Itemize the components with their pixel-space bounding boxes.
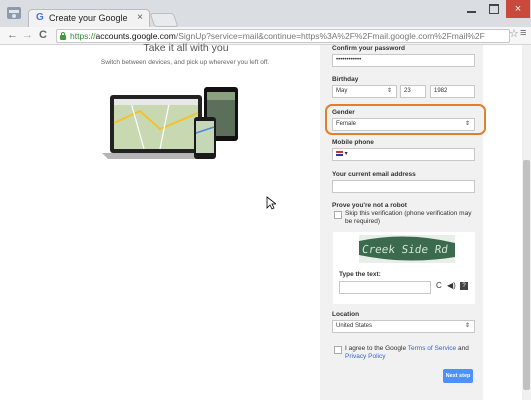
- tab-title: Create your Google: [49, 13, 128, 23]
- new-tab-button[interactable]: [149, 13, 179, 27]
- browser-tab[interactable]: G Create your Google ×: [28, 9, 150, 28]
- robot-label: Prove you're not a robot: [332, 202, 407, 209]
- window-maximize-button[interactable]: [484, 0, 504, 18]
- current-email-label: Your current email address: [332, 171, 416, 178]
- window-close-button[interactable]: ×: [506, 0, 530, 18]
- browser-profile-icon[interactable]: [6, 5, 22, 21]
- terms-of-service-link[interactable]: Terms of Service: [408, 345, 456, 352]
- skip-verification-text: Skip this verification (phone verificati…: [345, 210, 472, 225]
- help-icon[interactable]: ?: [460, 282, 468, 290]
- location-value: United States: [336, 323, 373, 329]
- refresh-captcha-icon[interactable]: C: [436, 282, 442, 290]
- browser-titlebar: G Create your Google × ×: [0, 0, 531, 28]
- privacy-policy-link[interactable]: Privacy Policy: [345, 353, 385, 360]
- birth-year-input[interactable]: 1982: [430, 85, 475, 98]
- agree-terms-checkbox[interactable]: [334, 346, 342, 354]
- confirm-password-label: Confirm your password: [332, 45, 405, 52]
- birth-month-select[interactable]: May ⇕: [332, 85, 397, 98]
- forward-icon[interactable]: →: [22, 28, 33, 42]
- address-bar[interactable]: https://accounts.google.com/SignUp?servi…: [56, 29, 510, 43]
- captcha-input[interactable]: [339, 281, 431, 294]
- type-text-label: Type the text:: [339, 271, 381, 278]
- mobile-phone-label: Mobile phone: [332, 139, 374, 146]
- captcha-box: Creek Side Rd Type the text: C ◀) ?: [333, 232, 475, 304]
- page-scrollbar[interactable]: [522, 45, 531, 400]
- gender-highlight-outline: [325, 104, 486, 135]
- google-favicon-icon: G: [36, 12, 44, 23]
- location-select[interactable]: United States ⇕: [332, 320, 475, 333]
- signup-page: Take it all with you Switch between devi…: [0, 42, 531, 400]
- confirm-password-input[interactable]: ••••••••••••: [332, 54, 475, 67]
- next-step-button[interactable]: Next step: [443, 369, 473, 383]
- location-label: Location: [332, 311, 360, 318]
- country-caret-icon[interactable]: ▾: [345, 151, 348, 157]
- bookmark-star-icon[interactable]: ☆: [509, 27, 519, 40]
- back-icon[interactable]: ←: [7, 28, 18, 42]
- mobile-phone-input[interactable]: ▾: [332, 148, 475, 161]
- promo-subline: Switch between devices, and pick up wher…: [100, 59, 270, 66]
- select-arrow-icon: ⇕: [464, 323, 470, 329]
- scrollbar-thumb[interactable]: [523, 160, 530, 390]
- audio-captcha-icon[interactable]: ◀): [447, 282, 456, 290]
- lock-icon: [60, 32, 66, 40]
- agree-terms-text: I agree to the Google Terms of Service a…: [345, 345, 469, 360]
- current-email-input[interactable]: [332, 180, 475, 193]
- browser-toolbar: ← → C https://accounts.google.com/SignUp…: [0, 27, 531, 45]
- birth-month-value: May: [336, 88, 348, 94]
- captcha-image: Creek Side Rd: [359, 235, 455, 263]
- us-flag-icon[interactable]: [336, 150, 343, 156]
- birth-day-input[interactable]: 23: [400, 85, 426, 98]
- select-arrow-icon: ⇕: [386, 88, 392, 94]
- tab-close-icon[interactable]: ×: [137, 12, 143, 23]
- reload-icon[interactable]: C: [39, 28, 47, 42]
- birthday-label: Birthday: [332, 76, 359, 83]
- promo-headline: Take it all with you: [143, 42, 229, 54]
- url-text: https://accounts.google.com/SignUp?servi…: [70, 31, 485, 41]
- devices-illustration: [102, 87, 238, 159]
- chrome-menu-icon[interactable]: ≡: [520, 27, 526, 39]
- skip-verification-checkbox[interactable]: [334, 211, 342, 219]
- mouse-cursor-icon: [266, 196, 276, 210]
- window-minimize-button[interactable]: [462, 0, 482, 18]
- captcha-text: Creek Side Rd: [361, 243, 449, 256]
